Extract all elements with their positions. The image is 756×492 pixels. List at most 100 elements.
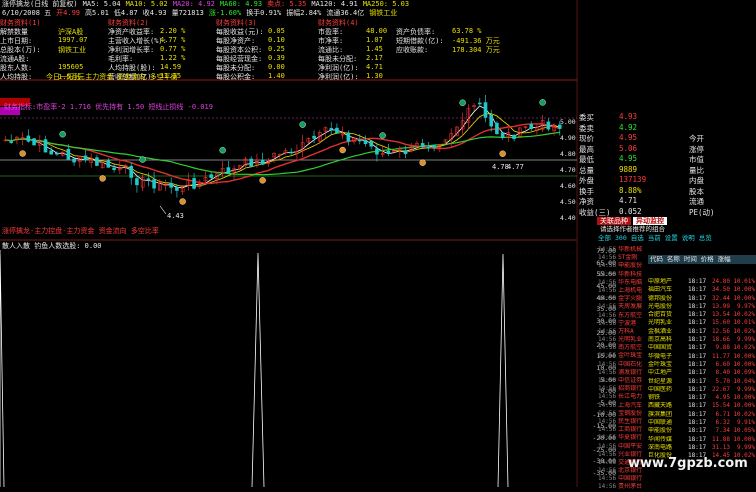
- signal-dot: [539, 99, 546, 106]
- feed-row[interactable]: 14:56 万科A: [598, 328, 648, 336]
- feed-row[interactable]: 14:56 上海机电: [598, 287, 648, 295]
- quote-label-2: 涨停: [689, 144, 704, 154]
- limit-up-row[interactable]: 德邦股份 18:17 32.44 10.00%: [648, 295, 756, 303]
- limit-up-row[interactable]: 中国联通 18:17 6.32 9.91%: [648, 419, 756, 427]
- feed-row[interactable]: 14:56 天房发展: [598, 303, 648, 311]
- limit-up-row[interactable]: 申能股份 18:17 7.34 10.05%: [648, 427, 756, 435]
- candle-body: [152, 179, 156, 189]
- feed-row[interactable]: 14:56 申能股份: [598, 262, 648, 270]
- stock-time: 18:17: [688, 286, 707, 294]
- limit-up-row[interactable]: 金叶珠宝 18:17 6.60 10.00%: [648, 361, 756, 369]
- signal-dot: [99, 175, 106, 182]
- feed-row[interactable]: 14:56 宝钢股份: [598, 410, 648, 418]
- feed-row[interactable]: 14:56 工商银行: [598, 426, 648, 434]
- limit-up-row[interactable]: 合肥百货 18:17 13.54 10.02%: [648, 311, 756, 319]
- news-header: 代码 名称 时间 价格 涨幅: [650, 255, 731, 263]
- header-field: 高5.01: [85, 9, 109, 17]
- feed-row[interactable]: 14:56 中国平安: [598, 443, 648, 451]
- feed-row[interactable]: 14:56 华夏银行: [598, 434, 648, 442]
- feed-row[interactable]: 14:56 民生银行: [598, 418, 648, 426]
- feed-row[interactable]: 14:56 东方航空: [598, 312, 648, 320]
- fin-cell: 178.304 万元: [452, 46, 500, 54]
- feed-row[interactable]: 14:56 中国石化: [598, 361, 648, 369]
- low-price-label: 4.43: [167, 212, 184, 220]
- subtab[interactable]: 当前: [648, 234, 661, 242]
- limit-up-row[interactable]: 福田汽车 18:17 34.50 10.00%: [648, 286, 756, 294]
- subtab[interactable]: 自选: [631, 234, 644, 242]
- limit-up-row[interactable]: 光电股份 18:17 13.99 9.97%: [648, 303, 756, 311]
- feed-name: 光明乳业: [618, 336, 643, 344]
- feed-row[interactable]: 14:56 光明乳业: [598, 336, 648, 344]
- subtab[interactable]: 总览: [699, 234, 712, 242]
- signal-text-2: 财务指标:市盈率-2 1.716 优先持有 1.50 短线止损线 -0.019: [4, 103, 213, 111]
- stock-price: 11.77: [711, 352, 730, 360]
- quote-label: 净资: [579, 197, 594, 206]
- feed-row[interactable]: 14:56 中国银行: [598, 475, 648, 483]
- candle-body: [363, 139, 368, 144]
- feed-row[interactable]: 14:56 招商银行: [598, 385, 648, 393]
- limit-up-row[interactable]: 华微电子 18:17 11.77 10.00%: [648, 353, 756, 361]
- candle-body: [369, 140, 374, 147]
- limit-up-row[interactable]: 华闻传媒 18:17 11.88 10.00%: [648, 436, 756, 444]
- feed-row[interactable]: 14:56 金字火腿: [598, 295, 648, 303]
- feed-row[interactable]: 14:56 长江电力: [598, 393, 648, 401]
- fin-cell: 0.10: [268, 36, 285, 44]
- feed-row[interactable]: 14:56 华新科技: [598, 271, 648, 279]
- feed-time: 14:56: [598, 434, 617, 442]
- fin-cell: 48.00: [366, 27, 388, 35]
- candle-body: [66, 148, 71, 160]
- feed-row[interactable]: 14:56 华东电脑: [598, 279, 648, 287]
- quote-label: 最低: [579, 155, 594, 164]
- limit-up-row[interactable]: 深南电路 18:17 31.13 9.99%: [648, 444, 756, 452]
- quote-label-2: PE(动): [689, 207, 715, 217]
- limit-up-row[interactable]: 中国国贸 18:17 9.88 10.02%: [648, 344, 756, 352]
- feed-row[interactable]: 14:56 ST金刚: [598, 254, 648, 262]
- subtab[interactable]: 设置: [665, 234, 678, 242]
- quote-value: 9889: [619, 164, 638, 174]
- limit-up-row[interactable]: 中江地产 18:17 8.40 10.09%: [648, 369, 756, 377]
- limit-up-row[interactable]: 世纪星源 18:17 5.70 10.04%: [648, 378, 756, 386]
- stock-time: 18:17: [688, 394, 707, 402]
- subtab[interactable]: 说明: [682, 234, 695, 242]
- candle-body: [43, 139, 48, 153]
- quote-label: 最高: [579, 144, 594, 154]
- feed-time: 14:56: [598, 385, 617, 393]
- feed-row[interactable]: 14:56 上海汽车: [598, 402, 648, 410]
- tab-0[interactable]: 关联品种: [597, 217, 631, 225]
- stock-time: 18:17: [688, 336, 707, 344]
- quote-label-2: 股本: [689, 186, 704, 196]
- feed-row[interactable]: 14:56 金叶珠宝: [598, 352, 648, 360]
- tab-1[interactable]: 异动监控: [633, 217, 667, 225]
- stock-time: 18:17: [688, 302, 707, 310]
- limit-up-row[interactable]: 钢铁 18:17 4.95 10.00%: [648, 394, 756, 402]
- subtab[interactable]: 全部: [598, 234, 611, 242]
- limit-up-row[interactable]: 南京高科 18:17 18.66 9.99%: [648, 336, 756, 344]
- limit-up-row[interactable]: 旗滨集团 18:17 6.71 10.02%: [648, 411, 756, 419]
- limit-up-row[interactable]: 中国医药 18:17 22.67 9.99%: [648, 386, 756, 394]
- limit-up-row[interactable]: 中原地产 18:17 24.80 10.01%: [648, 278, 756, 286]
- candle-body: [529, 124, 534, 129]
- candle-body: [335, 127, 339, 134]
- feed-row[interactable]: 14:56 浦发银行: [598, 369, 648, 377]
- stock-name: 光明乳业: [648, 319, 673, 327]
- feed-row[interactable]: 14:56 南方航空: [598, 344, 648, 352]
- price-tick: 4.90: [560, 134, 576, 142]
- stock-pct: 9.99%: [736, 336, 755, 344]
- candle-body: [420, 143, 425, 148]
- quote-value: 5.06: [619, 143, 638, 153]
- feed-time: 14:56: [598, 401, 617, 409]
- feed-row[interactable]: 14:56 贵州茅台: [598, 483, 648, 491]
- right-price-label-2: 4.77: [507, 163, 524, 171]
- subtab[interactable]: 300: [615, 234, 627, 242]
- price-tick: 4.80: [560, 150, 576, 158]
- limit-up-row[interactable]: 金枫酒业 18:17 12.56 10.02%: [648, 328, 756, 336]
- limit-up-row[interactable]: 光明乳业 18:17 15.60 10.01%: [648, 319, 756, 327]
- feed-row[interactable]: 14:56 宁波港: [598, 320, 648, 328]
- feed-row[interactable]: 14:56 中信证券: [598, 377, 648, 385]
- header-field: 低4.87: [113, 9, 138, 17]
- candle-body: [546, 121, 551, 130]
- quote-label-2: 市值: [689, 155, 704, 164]
- stock-name: 光电股份: [648, 302, 673, 310]
- feed-row[interactable]: 14:56 华新机械: [598, 246, 648, 254]
- limit-up-row[interactable]: 西藏天路 18:17 15.54 10.00%: [648, 402, 756, 410]
